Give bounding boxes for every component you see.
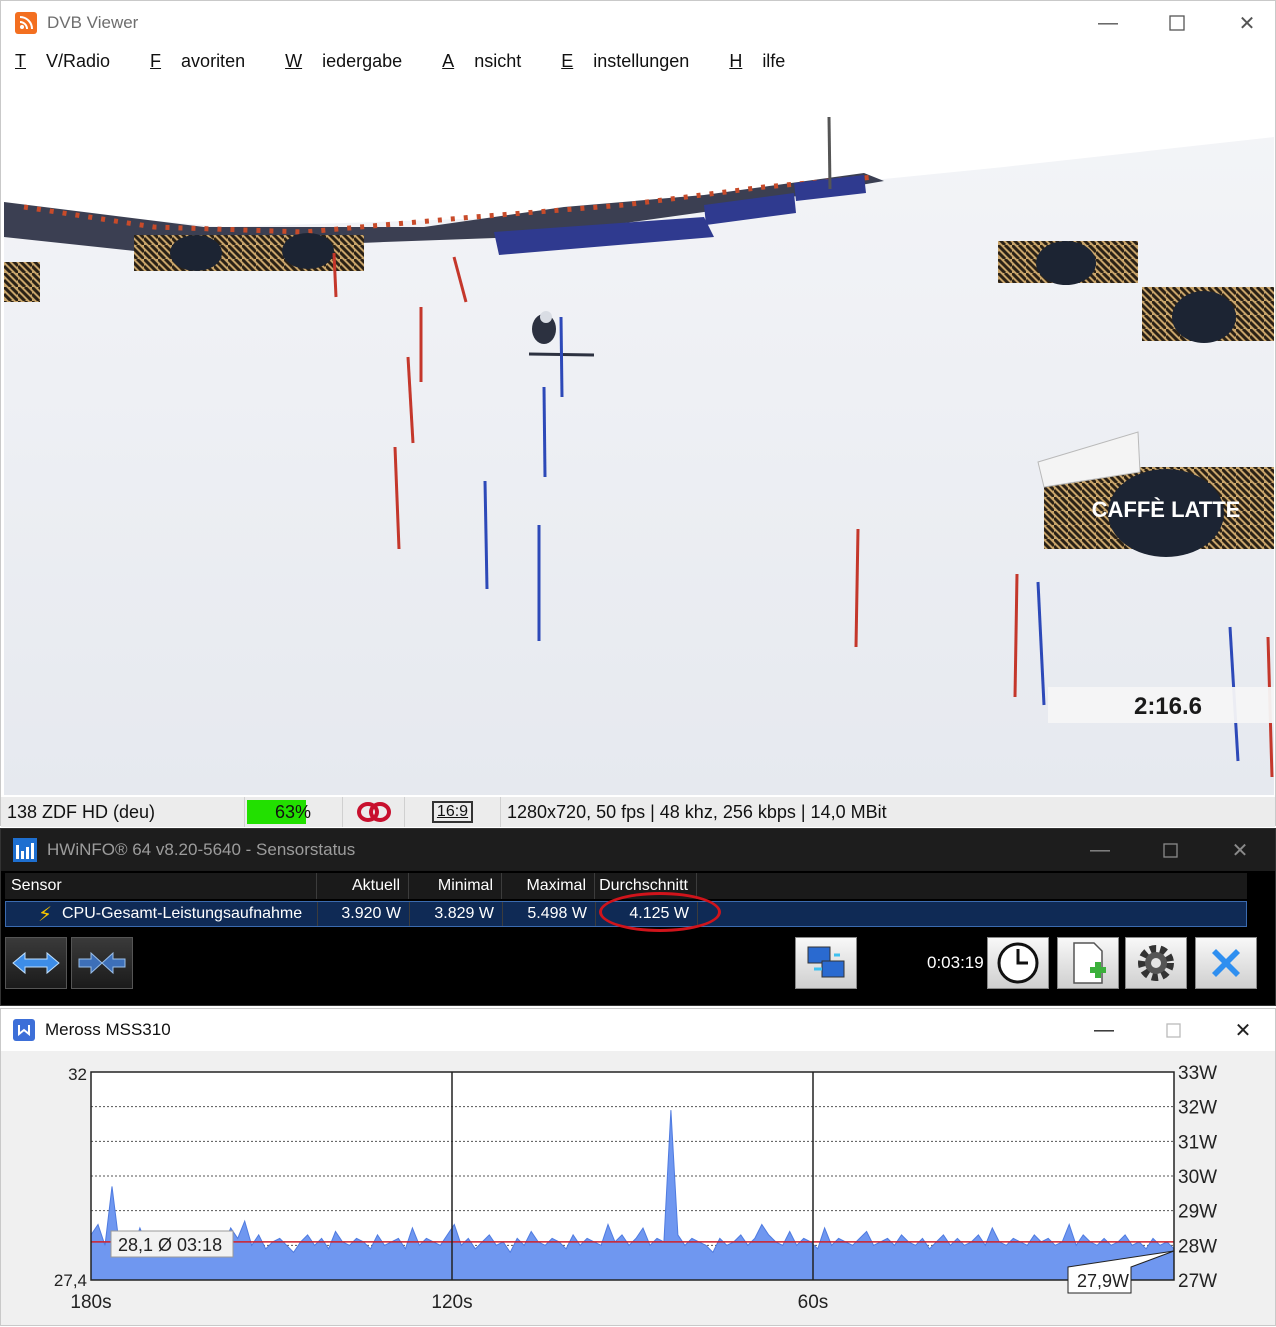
average-label: 28,1 Ø 03:18: [110, 1230, 234, 1258]
meross-maximize-icon[interactable]: [1138, 1009, 1208, 1051]
y-tick-label: 30W: [1178, 1167, 1217, 1188]
collapse-arrows-icon: [78, 951, 126, 975]
network-button[interactable]: [795, 937, 857, 989]
signal-meter: 63%: [245, 797, 343, 827]
hwinfo-window-title: HWiNFO® 64 v8.20-5640 - Sensorstatus: [47, 840, 356, 859]
video-area[interactable]: CAFFÈ LATTE 2:16.6: [4, 77, 1274, 795]
dvb-titlebar[interactable]: DVB Viewer — ✕: [1, 1, 1275, 45]
expand-arrows-icon: [12, 951, 60, 975]
value-minimal: 3.829 W: [410, 902, 503, 926]
add-report-button[interactable]: [1057, 937, 1119, 989]
hwinfo-titlebar[interactable]: HWiNFO® 64 v8.20-5640 - Sensorstatus — ✕: [1, 829, 1275, 871]
sensor-name: CPU-Gesamt-Leistungsaufnahme: [62, 905, 303, 922]
svg-text:27,9W: 27,9W: [1077, 1271, 1129, 1291]
left-axis-bottom: 27,4: [54, 1271, 87, 1290]
hwinfo-minimize-icon[interactable]: —: [1065, 829, 1135, 871]
channel-label: 138 ZDF HD (deu): [1, 797, 245, 827]
menu-tv-radio[interactable]: T V/Radio: [8, 51, 123, 72]
meross-titlebar[interactable]: Meross MSS310 — ✕: [1, 1009, 1275, 1051]
dvb-app-icon: [15, 12, 37, 34]
collapse-arrows-button[interactable]: [71, 937, 133, 989]
dvb-window-title: DVB Viewer: [47, 13, 139, 32]
menu-favoriten[interactable]: Favoriten: [143, 51, 258, 72]
y-tick-label: 27W: [1178, 1271, 1217, 1292]
value-maximal: 5.498 W: [503, 902, 596, 926]
gear-icon: [1138, 945, 1174, 981]
highlight-circle: [599, 892, 721, 932]
col-minimal[interactable]: Minimal: [409, 873, 502, 899]
y-tick-label: 32W: [1178, 1098, 1217, 1119]
signal-label: 63%: [275, 801, 312, 822]
lightning-icon: ⚡: [38, 903, 53, 926]
close-icon[interactable]: ✕: [1212, 1, 1276, 45]
add-document-icon: [1073, 942, 1106, 984]
value-aktuell: 3.920 W: [318, 902, 410, 926]
y-tick-label: 28W: [1178, 1236, 1217, 1257]
meross-app-icon: [13, 1019, 35, 1041]
hwinfo-close-icon[interactable]: ✕: [1205, 829, 1275, 871]
ski-slalom-scene: CAFFÈ LATTE 2:16.6: [4, 77, 1274, 795]
maximize-icon[interactable]: [1142, 1, 1212, 45]
power-chart: 33W 32W 31W 30W 29W 28W 27W 180s 120s 60s 32 27,…: [54, 1063, 1217, 1313]
expand-arrows-button[interactable]: [5, 937, 67, 989]
svg-text:CAFFÈ LATTE: CAFFÈ LATTE: [1092, 497, 1241, 522]
dvb-statusbar: 138 ZDF HD (deu) 63% 16:9 1280x720, 50 f…: [1, 797, 1275, 827]
col-aktuell[interactable]: Aktuell: [317, 873, 409, 899]
x-tick-label: 180s: [70, 1292, 111, 1313]
y-tick-label: 33W: [1178, 1063, 1217, 1084]
close-hwinfo-button[interactable]: [1195, 937, 1257, 989]
menu-einstellungen[interactable]: Einstellungen: [554, 51, 702, 72]
aspect-ratio: 16:9: [405, 797, 501, 827]
stream-info: 1280x720, 50 fps | 48 khz, 256 kbps | 14…: [507, 801, 887, 822]
sensor-name-cell: ⚡ CPU-Gesamt-Leistungsaufnahme: [6, 902, 318, 926]
hwinfo-window: HWiNFO® 64 v8.20-5640 - Sensorstatus — ✕…: [0, 828, 1276, 1006]
y-tick-label: 31W: [1178, 1132, 1217, 1153]
meross-minimize-icon[interactable]: —: [1069, 1009, 1139, 1051]
meross-window: Meross MSS310 — ✕ 33W 32W 31W 30W 29W 28W 27W …: [0, 1008, 1276, 1326]
menu-hilfe[interactable]: Hilfe: [722, 51, 798, 72]
dvb-viewer-window: DVB Viewer — ✕ T V/Radio Favoriten Wieder…: [0, 0, 1276, 827]
clock-button[interactable]: [987, 937, 1049, 989]
dolby-icon: [343, 797, 405, 827]
col-sensor[interactable]: Sensor: [5, 873, 317, 899]
close-x-icon: [1212, 949, 1240, 977]
menu-wiedergabe[interactable]: Wiedergabe: [278, 51, 415, 72]
elapsed-timer: 0:03:19: [927, 953, 984, 972]
hwinfo-app-icon: [13, 838, 37, 862]
clock-icon: [997, 942, 1039, 984]
minimize-icon[interactable]: —: [1073, 1, 1143, 45]
left-axis-top: 32: [68, 1065, 87, 1084]
meross-close-icon[interactable]: ✕: [1208, 1009, 1276, 1051]
network-computers-icon: [807, 946, 845, 978]
menu-ansicht[interactable]: Ansicht: [435, 51, 534, 72]
hwinfo-maximize-icon[interactable]: [1135, 829, 1205, 871]
y-tick-label: 29W: [1178, 1202, 1217, 1223]
x-tick-label: 120s: [431, 1292, 472, 1313]
svg-text:28,1 Ø 03:18: 28,1 Ø 03:18: [118, 1235, 222, 1255]
x-tick-label: 60s: [798, 1292, 829, 1313]
col-maximal[interactable]: Maximal: [502, 873, 595, 899]
timing-display: 2:16.6: [1134, 693, 1202, 720]
meross-window-title: Meross MSS310: [45, 1020, 171, 1039]
settings-button[interactable]: [1125, 937, 1187, 989]
dvb-menubar: T V/Radio Favoriten Wiedergabe Ansicht Ei…: [1, 47, 1275, 75]
